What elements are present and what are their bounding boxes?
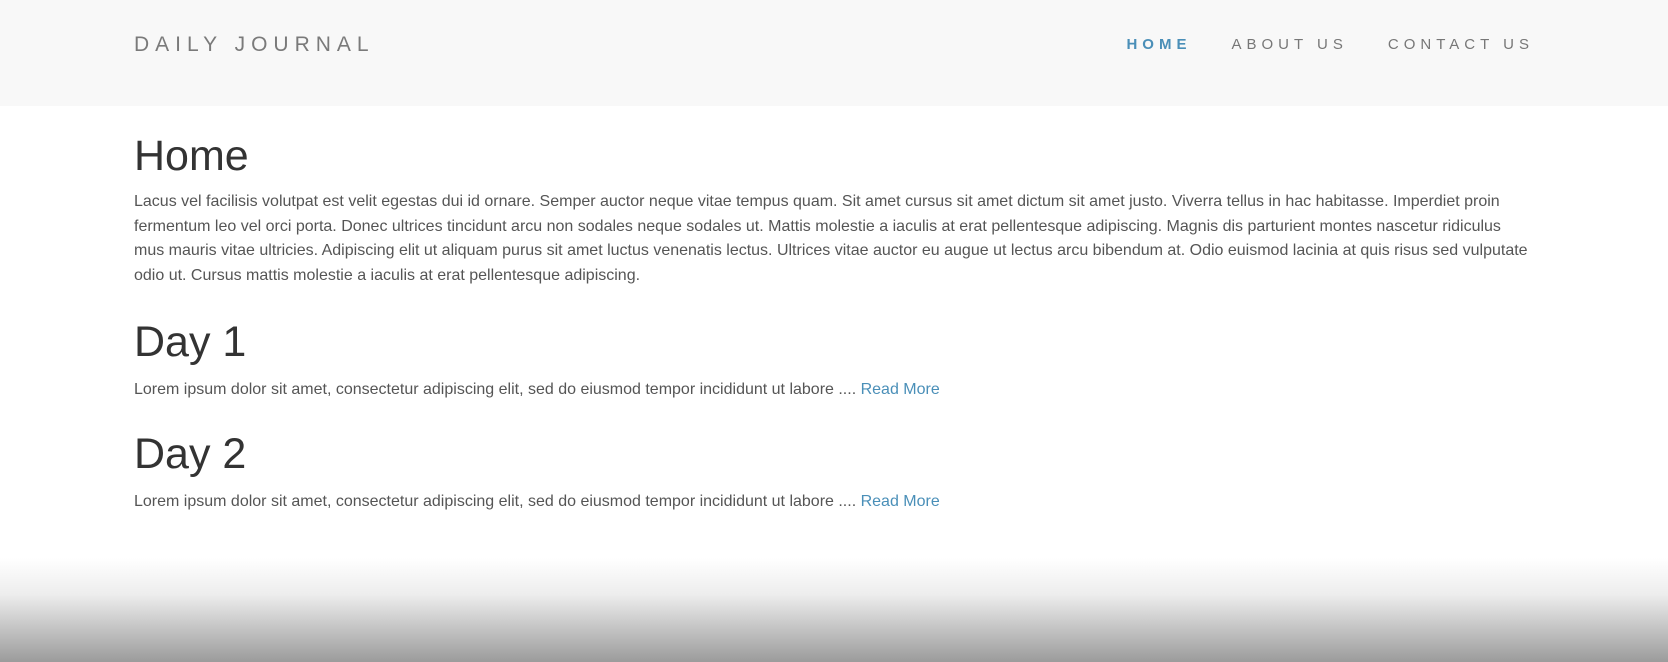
footer-shadow: [0, 558, 1668, 662]
post-day-2: Day 2 Lorem ipsum dolor sit amet, consec…: [134, 426, 1534, 514]
nav-menu: HOME ABOUT US CONTACT US: [1126, 36, 1534, 54]
nav-link-home[interactable]: HOME: [1126, 36, 1191, 53]
post-title: Day 1: [134, 318, 247, 366]
nav-link-about-us[interactable]: ABOUT US: [1231, 36, 1347, 53]
main-content: Home Lacus vel facilisis volutpat est ve…: [134, 128, 1534, 514]
page-title: Home: [134, 132, 249, 180]
read-more-link[interactable]: Read More: [861, 493, 940, 510]
brand-logo[interactable]: DAILY JOURNAL: [134, 32, 375, 58]
nav-item-about-us: ABOUT US: [1231, 36, 1347, 54]
nav-link-contact-us[interactable]: CONTACT US: [1388, 36, 1534, 53]
post-title: Day 2: [134, 430, 247, 478]
post-excerpt-paragraph: Lorem ipsum dolor sit amet, consectetur …: [134, 490, 1534, 514]
nav-item-contact-us: CONTACT US: [1388, 36, 1534, 54]
nav-item-home: HOME: [1126, 36, 1191, 54]
read-more-link[interactable]: Read More: [861, 381, 940, 398]
post-excerpt: Lorem ipsum dolor sit amet, consectetur …: [134, 493, 861, 510]
home-intro-text: Lacus vel facilisis volutpat est velit e…: [134, 193, 1528, 284]
post-excerpt-paragraph: Lorem ipsum dolor sit amet, consectetur …: [134, 378, 1534, 402]
navbar: DAILY JOURNAL HOME ABOUT US CONTACT US: [0, 0, 1668, 106]
post-day-1: Day 1 Lorem ipsum dolor sit amet, consec…: [134, 314, 1534, 402]
post-excerpt: Lorem ipsum dolor sit amet, consectetur …: [134, 381, 861, 398]
